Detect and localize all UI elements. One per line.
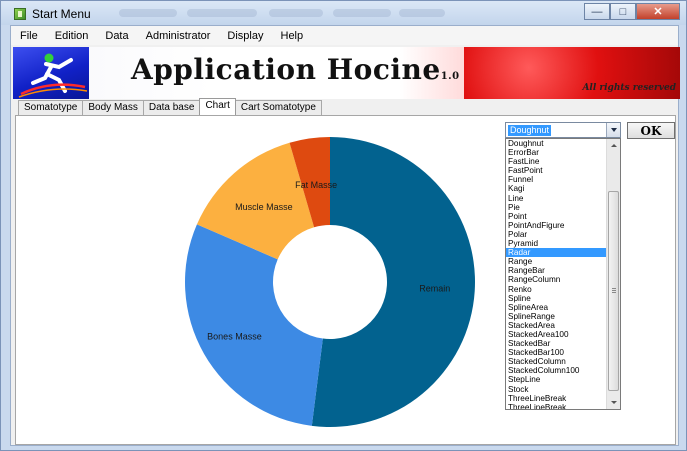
- title-bar-blur: [119, 9, 177, 17]
- dropdown-option[interactable]: ThreeLineBreak: [506, 403, 607, 409]
- dropdown-option[interactable]: PointAndFigure: [506, 221, 607, 230]
- doughnut-chart: Remain Bones Masse Muscle Masse Fat Masse: [185, 137, 476, 428]
- dropdown-option[interactable]: StackedBar100: [506, 348, 607, 357]
- window-title: Start Menu: [32, 7, 91, 21]
- menu-file[interactable]: File: [11, 30, 46, 42]
- dropdown-option[interactable]: Stock: [506, 385, 607, 394]
- tab-somatotype[interactable]: Somatotype: [18, 100, 84, 115]
- dropdown-option[interactable]: SplineRange: [506, 312, 607, 321]
- menu-bar: File Edition Data Administrator Display …: [11, 26, 678, 45]
- scroll-down-icon[interactable]: [607, 396, 620, 409]
- tab-cart-somatotype[interactable]: Cart Somatotype: [234, 100, 322, 115]
- window-controls: — □ ✕: [584, 3, 680, 20]
- dropdown-option[interactable]: Range: [506, 257, 607, 266]
- chart-tab-panel: Remain Bones Masse Muscle Masse Fat Masse D…: [15, 115, 676, 445]
- dropdown-option[interactable]: Polar: [506, 230, 607, 239]
- client-area: File Edition Data Administrator Display …: [10, 25, 680, 446]
- dropdown-option[interactable]: Doughnut: [506, 139, 607, 148]
- scroll-up-icon[interactable]: [607, 139, 620, 152]
- slice-label: Bones Masse: [207, 332, 262, 342]
- dropdown-option[interactable]: Funnel: [506, 175, 607, 184]
- title-bar-blur: [399, 9, 445, 17]
- menu-edition[interactable]: Edition: [46, 30, 97, 42]
- dropdown-option[interactable]: RangeColumn: [506, 275, 607, 284]
- dropdown-option[interactable]: Pyramid: [506, 239, 607, 248]
- chart-type-options: Doughnut ErrorBar FastLine FastPoint Funnel K…: [506, 139, 607, 409]
- dropdown-option[interactable]: Point: [506, 212, 607, 221]
- title-bar-blur: [269, 9, 323, 17]
- dropdown-option[interactable]: RangeBar: [506, 266, 607, 275]
- dropdown-option[interactable]: Renko: [506, 285, 607, 294]
- chart-type-select-value: Doughnut: [508, 125, 552, 136]
- tab-strip: Somatotype Body Mass Data base Chart Car…: [18, 98, 322, 115]
- app-icon: [14, 8, 26, 20]
- menu-data[interactable]: Data: [96, 30, 136, 42]
- scrollbar-thumb[interactable]: [608, 191, 619, 391]
- dropdown-option[interactable]: StackedColumn100: [506, 366, 607, 375]
- slice-label: Fat Masse: [295, 180, 337, 190]
- dropdown-option[interactable]: FastPoint: [506, 166, 607, 175]
- dropdown-option[interactable]: FastLine: [506, 157, 607, 166]
- dropdown-option[interactable]: StackedColumn: [506, 357, 607, 366]
- minimize-button[interactable]: —: [584, 3, 610, 20]
- dropdown-option[interactable]: ErrorBar: [506, 148, 607, 157]
- dropdown-option[interactable]: StackedBar: [506, 339, 607, 348]
- chart-type-dropdown: Doughnut ErrorBar FastLine FastPoint Funnel K…: [505, 138, 621, 410]
- banner-rights: All rights reserved: [582, 83, 676, 93]
- dropdown-option[interactable]: Radar: [506, 248, 607, 258]
- ok-button[interactable]: OK: [627, 122, 675, 139]
- title-bar-blur: [333, 9, 391, 17]
- banner-version: 1.0: [440, 71, 460, 82]
- title-bar[interactable]: Start Menu — □ ✕: [1, 1, 686, 25]
- chevron-down-icon[interactable]: [606, 123, 620, 137]
- dropdown-option[interactable]: ThreeLineBreak: [506, 394, 607, 403]
- maximize-button[interactable]: □: [610, 3, 636, 20]
- close-button[interactable]: ✕: [636, 3, 680, 20]
- dropdown-option[interactable]: Spline: [506, 294, 607, 303]
- menu-administrator[interactable]: Administrator: [137, 30, 219, 42]
- doughnut-slice: [185, 224, 323, 426]
- tab-body-mass[interactable]: Body Mass: [82, 100, 144, 115]
- dropdown-option[interactable]: Kagi: [506, 184, 607, 193]
- dropdown-scrollbar[interactable]: [606, 139, 620, 409]
- banner-title: Application Hocine1.0: [131, 53, 460, 86]
- menu-help[interactable]: Help: [272, 30, 312, 42]
- title-bar-blur: [187, 9, 257, 17]
- dropdown-option[interactable]: StackedArea: [506, 321, 607, 330]
- slice-label: Muscle Masse: [235, 202, 293, 212]
- dropdown-option[interactable]: SplineArea: [506, 303, 607, 312]
- tab-data-base[interactable]: Data base: [142, 100, 201, 115]
- dropdown-option[interactable]: StackedArea100: [506, 330, 607, 339]
- chart-type-select[interactable]: Doughnut: [505, 122, 621, 138]
- menu-display[interactable]: Display: [218, 30, 271, 42]
- slice-label: Remain: [419, 284, 450, 294]
- app-window: Start Menu — □ ✕ File Edition Data Admin…: [0, 0, 687, 451]
- dropdown-option[interactable]: Line: [506, 194, 607, 203]
- dropdown-option[interactable]: StepLine: [506, 375, 607, 384]
- runner-logo-icon: [13, 47, 89, 99]
- app-banner: Application Hocine1.0 All rights reserve…: [13, 47, 680, 99]
- dropdown-option[interactable]: Pie: [506, 203, 607, 212]
- tab-chart[interactable]: Chart: [199, 98, 236, 115]
